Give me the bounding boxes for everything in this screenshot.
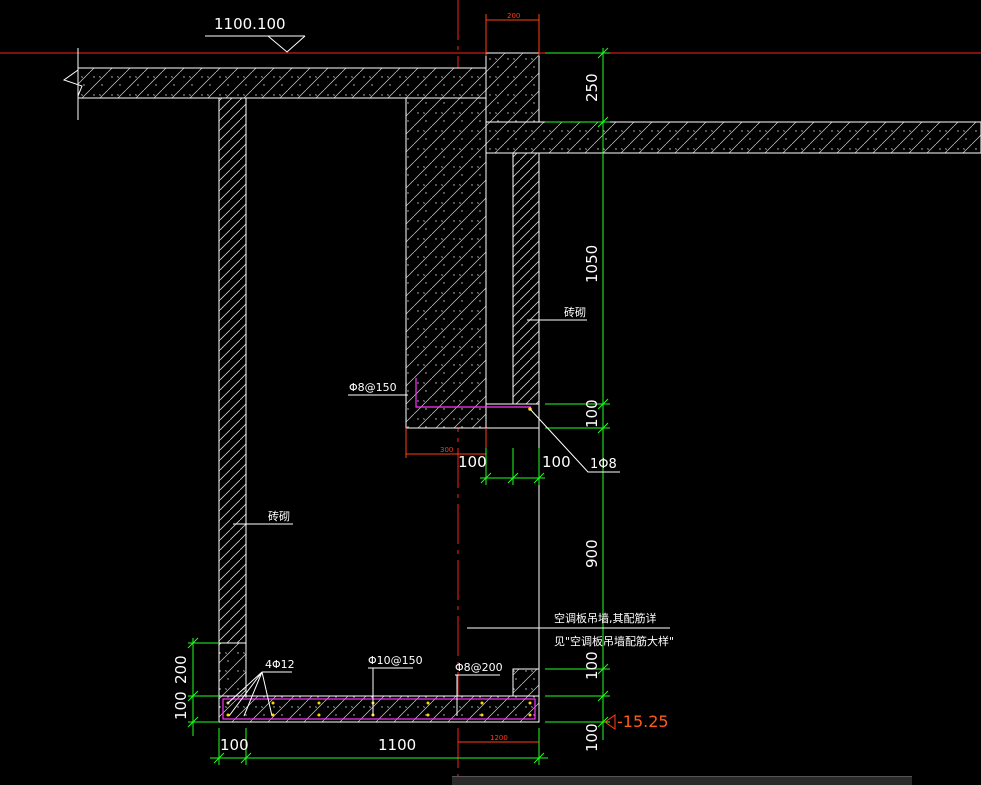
dim-left-100: 100 bbox=[172, 691, 190, 720]
dim-100-right-b: 100 bbox=[583, 651, 601, 680]
dim-bottom-100: 100 bbox=[220, 736, 249, 754]
note-line2: 见"空调板吊墙配筋大样" bbox=[554, 634, 674, 648]
label-rebar-1: Φ8@150 bbox=[349, 381, 397, 394]
slab-right bbox=[485, 121, 981, 154]
label-rebar-5: Φ8@200 bbox=[455, 661, 503, 674]
elevation-top-label: 1100.100 bbox=[214, 15, 286, 33]
right-base-block bbox=[512, 668, 540, 697]
dim-bottom-red-1200: 1200 bbox=[490, 734, 508, 742]
dim-red-300: 300 bbox=[440, 446, 453, 454]
label-rebar-3: 4Φ12 bbox=[265, 658, 295, 671]
note-line1: 空调板吊墙,其配筋详 bbox=[554, 611, 657, 625]
dim-bottom-1100: 1100 bbox=[378, 736, 416, 754]
hanging-wall bbox=[405, 97, 487, 429]
label-rebar-4: Φ10@150 bbox=[368, 654, 423, 667]
label-rebar-2: 1Φ8 bbox=[590, 457, 617, 472]
dim-mid-100-right: 100 bbox=[542, 453, 571, 471]
cad-drawing: 1100.100 200 250 1050 100 900 100 100 -1… bbox=[0, 0, 981, 784]
dim-mid-100-left: 100 bbox=[458, 453, 487, 471]
dim-left-200: 200 bbox=[172, 655, 190, 684]
brick-wall-left bbox=[218, 97, 247, 644]
dim-top-red: 200 bbox=[507, 12, 520, 20]
upper-column bbox=[485, 52, 540, 123]
label-brick-left: 砖砌 bbox=[268, 509, 290, 523]
dim-100-right-a: 100 bbox=[583, 399, 601, 428]
dim-1050: 1050 bbox=[583, 245, 601, 283]
dim-100-right-c: 100 bbox=[583, 723, 601, 752]
elevation-bottom-label: -15.25 bbox=[617, 712, 669, 731]
dim-mid-ticks bbox=[480, 448, 545, 485]
left-base-block bbox=[218, 642, 247, 697]
dim-900: 900 bbox=[583, 539, 601, 568]
label-brick-right: 砖砌 bbox=[564, 305, 586, 319]
bottom-slab bbox=[218, 695, 540, 723]
brick-wall-right bbox=[512, 152, 540, 405]
dim-250: 250 bbox=[583, 73, 601, 102]
drawing-canvas: 1100.100 200 250 1050 100 900 100 100 -1… bbox=[0, 0, 981, 784]
elev-top-triangle bbox=[267, 35, 306, 53]
